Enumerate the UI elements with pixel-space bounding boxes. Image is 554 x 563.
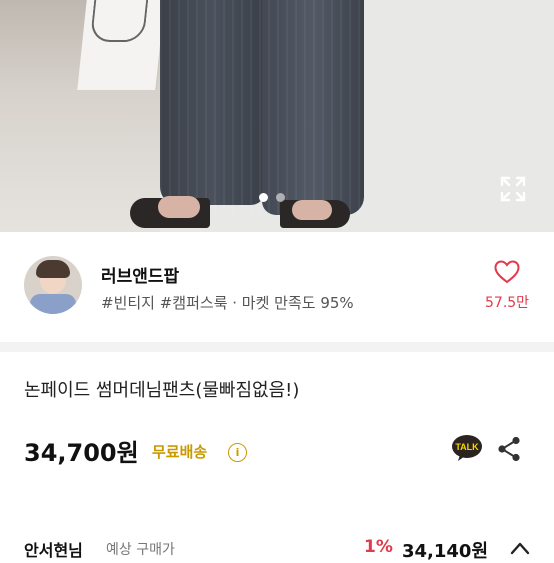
- info-icon[interactable]: i: [228, 443, 247, 462]
- pants-pinstripe: [160, 0, 364, 215]
- expected-price: 34,140원: [402, 541, 489, 562]
- discount-rate: 1%: [364, 537, 393, 557]
- seller-section: 러브앤드팝 #빈티지 #캠퍼스룩 · 마켓 만족도 95% 57.5만: [0, 232, 554, 342]
- seller-name[interactable]: 러브앤드팝: [101, 262, 179, 287]
- free-shipping-label: 무료배송: [152, 443, 208, 461]
- share-icon[interactable]: [497, 436, 521, 462]
- product-title: 논페이드 썸머데님팬츠(물빠짐없음!): [24, 380, 300, 401]
- chevron-up-icon[interactable]: [510, 541, 530, 555]
- carousel-dot-2[interactable]: [276, 193, 285, 202]
- product-image-carousel[interactable]: [0, 0, 554, 232]
- seller-tags: #빈티지 #캠퍼스룩 · 마켓 만족도 95%: [101, 294, 354, 312]
- talk-label: TALK: [455, 442, 479, 452]
- product-price: 34,700원: [24, 439, 139, 467]
- carousel-dot-1[interactable]: [259, 193, 268, 202]
- heart-outline-icon[interactable]: [494, 260, 520, 284]
- kakao-talk-icon[interactable]: TALK: [451, 434, 483, 462]
- bottom-price-bar[interactable]: 안서현님 예상 구매가 1% 34,140원: [0, 525, 554, 562]
- avatar[interactable]: [24, 256, 82, 314]
- foot-left: [158, 196, 200, 218]
- buyer-name: 안서현님: [24, 541, 83, 560]
- expand-icon[interactable]: [500, 176, 526, 202]
- avatar-body: [30, 294, 76, 314]
- expected-price-label: 예상 구매가: [106, 542, 175, 558]
- like-count: 57.5만: [485, 295, 530, 311]
- foot-right: [292, 200, 332, 220]
- section-divider: [0, 342, 554, 352]
- avatar-hair: [36, 260, 70, 278]
- carousel-indicator: [259, 193, 285, 202]
